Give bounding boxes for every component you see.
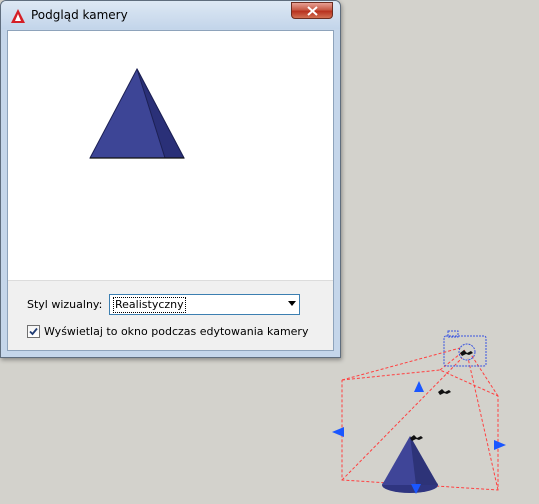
title-bar[interactable]: Podgląd kamery bbox=[1, 1, 340, 29]
visual-style-select[interactable]: Realistyczny bbox=[109, 294, 300, 315]
cone-preview bbox=[89, 67, 185, 159]
show-window-label[interactable]: Wyświetlaj to okno podczas edytowania ka… bbox=[44, 325, 308, 338]
grip-up-arrow bbox=[414, 381, 424, 392]
checkmark-icon bbox=[29, 327, 38, 336]
preview-panel bbox=[8, 31, 333, 281]
visual-style-value: Realistyczny bbox=[113, 297, 186, 313]
camera-model[interactable] bbox=[330, 328, 530, 500]
camera-glyph[interactable] bbox=[443, 330, 487, 367]
close-button[interactable] bbox=[291, 2, 333, 19]
window-title: Podgląd kamery bbox=[31, 8, 128, 22]
camera-preview-dialog: Podgląd kamery Styl wizualny: Realistycz… bbox=[0, 0, 341, 358]
grip-left-arrow bbox=[332, 427, 344, 437]
autocad-logo-icon bbox=[11, 9, 25, 23]
grip-right-arrow bbox=[494, 440, 506, 450]
target-cone bbox=[382, 436, 438, 493]
visual-style-label: Styl wizualny: bbox=[27, 298, 103, 311]
close-icon bbox=[306, 5, 318, 16]
show-window-checkbox[interactable] bbox=[27, 325, 40, 338]
chevron-down-icon[interactable] bbox=[288, 301, 296, 306]
grip-markers[interactable] bbox=[410, 350, 473, 441]
dialog-client: Styl wizualny: Realistyczny Wyświetlaj t… bbox=[7, 30, 334, 351]
